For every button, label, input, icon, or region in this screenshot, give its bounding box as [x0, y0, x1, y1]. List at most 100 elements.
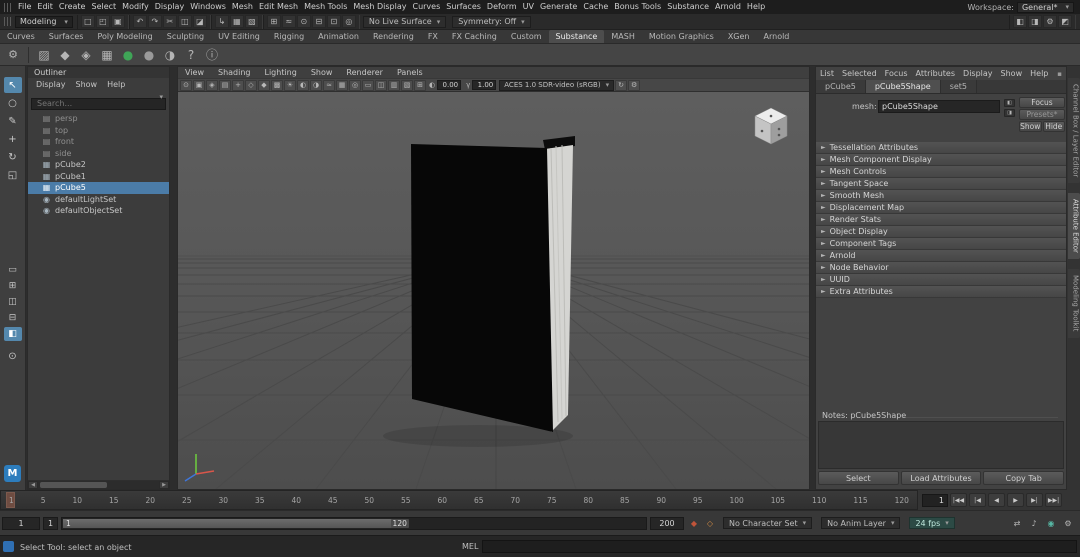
select-hierarchy-icon[interactable]: ↳	[214, 15, 229, 28]
menu-item[interactable]: Edit Mesh	[256, 0, 301, 14]
viewport-menu-item[interactable]: Renderer	[339, 67, 390, 78]
outliner-item[interactable]: ◉ defaultObjectSet	[28, 205, 169, 217]
hide-button[interactable]: Hide	[1042, 121, 1065, 132]
shadows-icon[interactable]: ◐	[297, 79, 309, 91]
shelf-tab[interactable]: FX	[421, 30, 445, 43]
shelf-tab[interactable]: Sculpting	[160, 30, 211, 43]
two-pane-side-layout[interactable]: ◫	[4, 295, 22, 309]
paint-select-tool[interactable]: ✎	[4, 113, 22, 129]
select-tool[interactable]: ↖	[3, 77, 22, 93]
substance-texture-icon[interactable]: ▨	[35, 46, 53, 64]
shelf-tab[interactable]: MASH	[604, 30, 641, 43]
auto-keyframe-icon[interactable]: ◇	[703, 517, 717, 530]
bookmark-icon[interactable]: ◈	[206, 79, 218, 91]
exposure-control[interactable]: ◐	[429, 80, 462, 90]
substance-bake-icon[interactable]: ▦	[98, 46, 116, 64]
attribute-section-header[interactable]: ► UUID	[816, 274, 1066, 286]
panel-tab[interactable]: Modeling Toolkit	[1067, 269, 1080, 338]
viewport-settings-icon[interactable]: ⚙	[628, 79, 641, 91]
help-line-icon[interactable]	[3, 541, 14, 552]
shelf-tab[interactable]: FX Caching	[445, 30, 504, 43]
menu-item[interactable]: Create	[56, 0, 89, 14]
outliner-item[interactable]: ▦ pCube2	[28, 159, 169, 171]
zoom-tool[interactable]: ⊙	[4, 348, 22, 364]
view-cube[interactable]	[754, 107, 788, 145]
snap-curve-icon[interactable]: ≈	[281, 15, 296, 28]
open-scene-icon[interactable]: ◰	[95, 15, 110, 28]
attribute-section-header[interactable]: ► Tessellation Attributes	[816, 142, 1066, 154]
attribute-section-header[interactable]: ► Component Tags	[816, 238, 1066, 250]
go-to-end-button[interactable]: ▶▶|	[1045, 493, 1062, 507]
attribute-section-header[interactable]: ► Mesh Component Display	[816, 154, 1066, 166]
substance-graph-icon[interactable]: ◈	[77, 46, 95, 64]
menu-item[interactable]: Modify	[119, 0, 152, 14]
fps-selector[interactable]: 24 fps ▾	[909, 517, 955, 529]
menu-item[interactable]: Generate	[537, 0, 580, 14]
hud-icon[interactable]: ▧	[401, 79, 413, 91]
gamma-control[interactable]: γ	[466, 80, 497, 90]
outliner-menu-item[interactable]: Show	[72, 80, 102, 89]
gate-mask-icon[interactable]: ◫	[375, 79, 387, 91]
shelf-tab[interactable]: Poly Modeling	[90, 30, 159, 43]
outliner-item[interactable]: ▦ pCube1	[28, 171, 169, 183]
viewport-canvas[interactable]	[178, 92, 809, 489]
load-attributes-button[interactable]: Load Attributes	[900, 471, 982, 485]
copy-tab-button[interactable]: Copy Tab	[983, 471, 1065, 485]
shelf-tab[interactable]: Rendering	[366, 30, 421, 43]
menuset-selector[interactable]: Modeling ▾	[15, 15, 73, 28]
live-surface-selector[interactable]: No Live Surface ▾	[362, 15, 447, 28]
animation-start-input[interactable]	[2, 516, 40, 530]
menu-item[interactable]: Select	[88, 0, 119, 14]
outliner-persp-layout[interactable]: ◧	[3, 327, 22, 341]
attribute-editor-menu-item[interactable]: Help	[1026, 69, 1052, 78]
substance-material-icon[interactable]: ◆	[56, 46, 74, 64]
range-slider[interactable]: 1 120	[61, 516, 647, 530]
paste-icon[interactable]: ◪	[192, 15, 207, 28]
motion-blur-icon[interactable]: ≈	[323, 79, 335, 91]
shelf-tab[interactable]: Custom	[504, 30, 549, 43]
shelf-editor-gear-icon[interactable]: ⚙	[4, 46, 22, 64]
attribute-editor-menu-item[interactable]: Attributes	[912, 69, 960, 78]
four-pane-layout[interactable]: ⊞	[4, 279, 22, 293]
input-connections-icon[interactable]: ◧	[1004, 99, 1015, 107]
attribute-editor-tab[interactable]: pCube5	[816, 80, 866, 93]
substance-preview-icon[interactable]: ◑	[161, 46, 179, 64]
ao-icon[interactable]: ◑	[310, 79, 322, 91]
lasso-tool[interactable]: ○	[4, 95, 22, 111]
attribute-editor-tab[interactable]: set5	[940, 80, 978, 93]
play-backwards-button[interactable]: ◀	[988, 493, 1005, 507]
attribute-section-header[interactable]: ► Arnold	[816, 250, 1066, 262]
viewport-menu-item[interactable]: Shading	[211, 67, 258, 78]
outliner-item[interactable]: ◉ defaultLightSet	[28, 194, 169, 206]
select-object-icon[interactable]: ▦	[229, 15, 244, 28]
render-view-icon[interactable]: ◧	[1013, 15, 1027, 28]
panel-tab[interactable]: Channel Box / Layer Editor	[1067, 78, 1080, 184]
outliner-search-input[interactable]	[31, 97, 166, 110]
menu-item[interactable]: Mesh	[229, 0, 256, 14]
time-slider[interactable]: 1 5 10 15 20 25 30 35 40 45 50 55 60 65 70 75 80 85 90 95 10…	[0, 490, 918, 510]
step-forward-frame-button[interactable]: ▶|	[1026, 493, 1043, 507]
gamma-input[interactable]	[472, 80, 497, 90]
animation-end-input[interactable]	[650, 516, 684, 530]
make-live-icon[interactable]: ◎	[341, 15, 356, 28]
viewport-menu-item[interactable]: Lighting	[257, 67, 303, 78]
multisample-icon[interactable]: ▦	[336, 79, 348, 91]
scroll-right-icon[interactable]: ▶	[159, 481, 169, 489]
output-connections-icon[interactable]: ◨	[1004, 109, 1015, 117]
outliner-hscrollbar[interactable]	[38, 481, 159, 489]
scroll-left-icon[interactable]: ◀	[28, 481, 38, 489]
attribute-section-header[interactable]: ► Smooth Mesh	[816, 190, 1066, 202]
set-key-icon[interactable]: ◆	[687, 517, 701, 530]
menu-item[interactable]: Deform	[484, 0, 520, 14]
copy-icon[interactable]: ◫	[177, 15, 192, 28]
menu-item[interactable]: UV	[520, 0, 537, 14]
attribute-editor-menu-item[interactable]: Display	[959, 69, 997, 78]
audio-icon[interactable]: ♪	[1027, 517, 1041, 530]
menu-item[interactable]: File	[15, 0, 34, 14]
snap-view-icon[interactable]: ⊡	[326, 15, 341, 28]
attribute-editor-menu-item[interactable]: Show	[997, 69, 1027, 78]
attribute-section-header[interactable]: ► Mesh Controls	[816, 166, 1066, 178]
notes-textarea[interactable]	[818, 421, 1064, 469]
exposure-input[interactable]	[437, 80, 462, 90]
grid-icon[interactable]: ⊞	[414, 79, 426, 91]
